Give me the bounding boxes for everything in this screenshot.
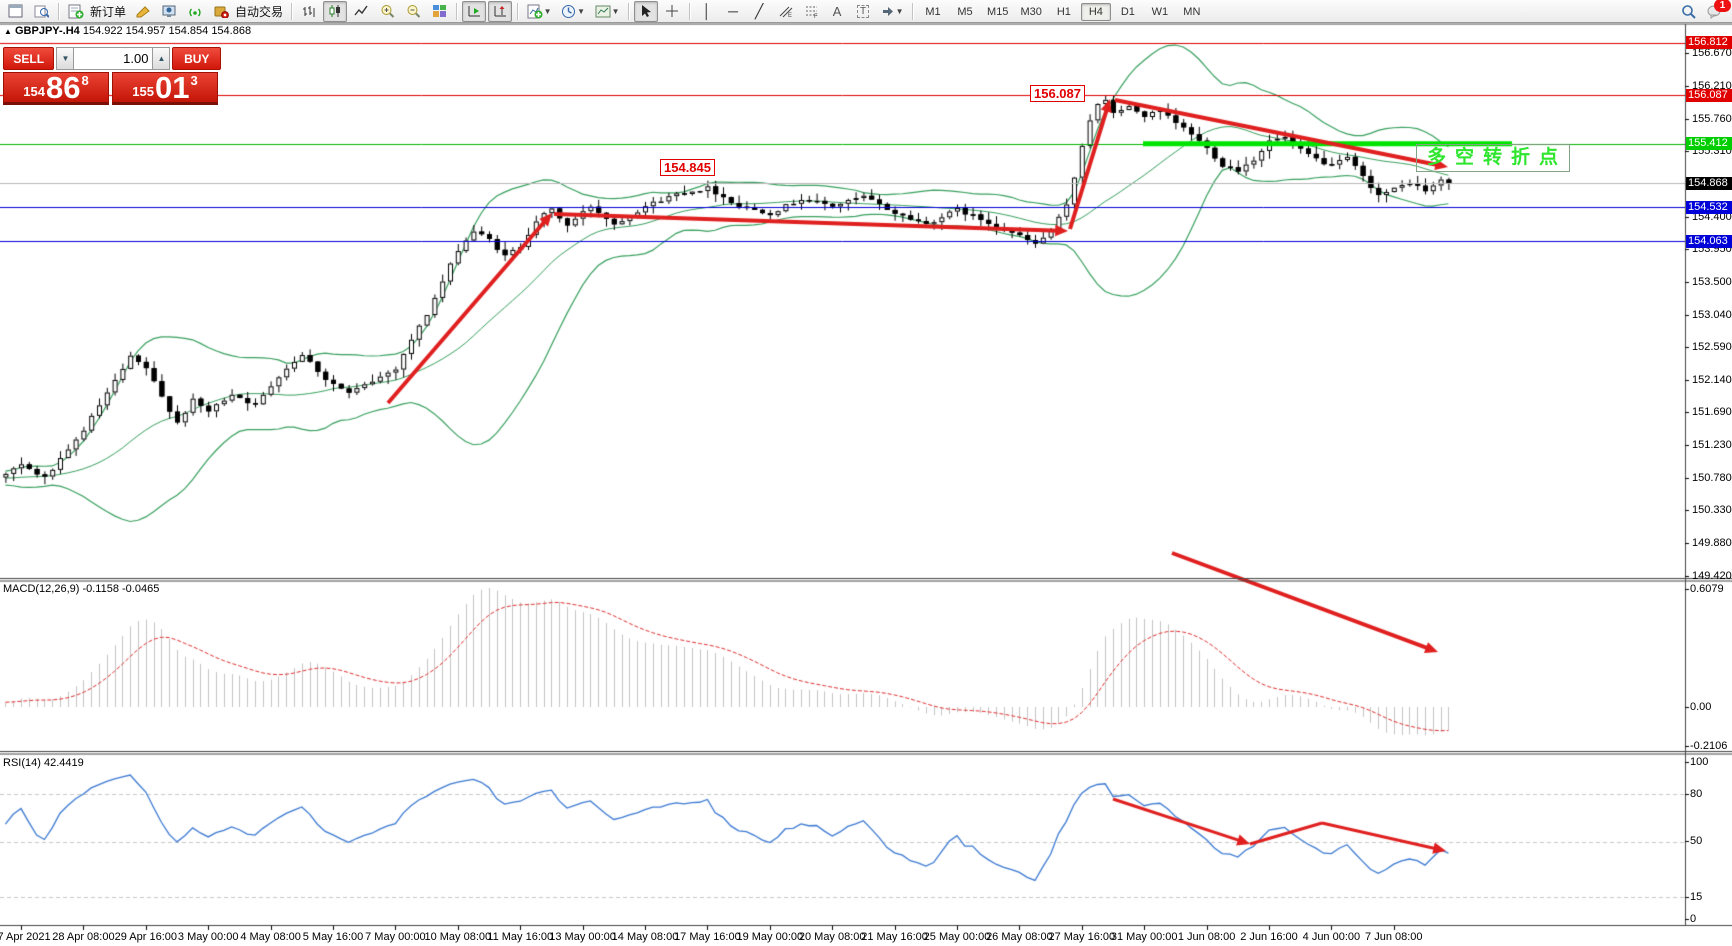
zoom-out-icon[interactable] [401,1,425,22]
sell-button[interactable]: SELL [3,47,54,70]
new-order-icon[interactable] [64,1,88,22]
timeframe-button-m15[interactable]: M15 [982,3,1013,21]
timeframe-button-m5[interactable]: M5 [950,3,980,21]
toolbar-separator [628,3,629,20]
timeframe-button-m1[interactable]: M1 [918,3,948,21]
svg-text:E: E [788,13,792,18]
candlestick-chart-type-icon[interactable] [323,1,347,22]
dropdown-arrow-icon: ▼ [612,7,620,16]
buy-price-prefix: 155 [132,84,154,99]
auto-scroll-icon[interactable] [462,1,486,22]
toolbar-separator [58,3,59,20]
timeframe-button-h4[interactable]: H4 [1081,3,1111,21]
search-icon[interactable] [1677,1,1701,22]
crosshair-tool-icon[interactable] [660,1,684,22]
dropdown-arrow-icon: ▼ [577,7,585,16]
arrows-tool-icon[interactable]: ▼ [877,1,907,22]
toolbar-separator [689,3,690,20]
strategy-tester-icon[interactable] [157,1,181,22]
text-label-tool-glyph: T [857,5,869,18]
toolbar-right-group: 1 [1676,1,1728,22]
vertical-line-tool-icon[interactable]: │ [695,1,719,22]
indicators-menu-icon[interactable]: ▼ [523,1,555,22]
text-label-tool-icon[interactable]: T [851,1,875,22]
timeframe-button-w1[interactable]: W1 [1145,3,1175,21]
fibonacci-tool-icon[interactable]: F [799,1,823,22]
toolbar-separator [912,3,913,20]
horizontal-line-tool-icon[interactable]: ─ [721,1,745,22]
autotrading-icon[interactable] [209,1,233,22]
buy-price-sup: 3 [190,73,197,88]
volume-stepper: ▼ ▲ [56,47,170,70]
svg-text:F: F [814,14,818,18]
equidistant-channel-tool-icon[interactable]: E [773,1,797,22]
tile-windows-icon[interactable] [427,1,451,22]
trendline-tool-icon[interactable]: ╱ [747,1,771,22]
sell-price-big: 86 [46,74,80,102]
notification-count-badge: 1 [1714,0,1731,12]
buy-button[interactable]: BUY [172,47,221,70]
sell-price-sup: 8 [81,73,88,88]
timeframe-button-m30[interactable]: M30 [1015,3,1046,21]
bar-chart-type-icon[interactable] [297,1,321,22]
autotrading-label[interactable]: 自动交易 [235,3,283,20]
zoom-in-icon[interactable] [375,1,399,22]
chart-shift-icon[interactable] [488,1,512,22]
toolbar-separator [456,3,457,20]
sell-price-prefix: 154 [23,84,45,99]
timeframe-switcher: M1M5M15M30H1H4D1W1MN [917,2,1208,21]
timeframe-button-d1[interactable]: D1 [1113,3,1143,21]
profile-icon[interactable] [29,1,53,22]
dropdown-arrow-icon: ▼ [544,7,552,16]
price-chart-canvas[interactable] [0,0,1732,946]
one-click-trading-panel: SELL ▼ ▲ BUY 154 86 8 155 01 3 [3,47,221,105]
text-tool-icon[interactable]: A [825,1,849,22]
new-order-label[interactable]: 新订单 [90,3,126,20]
volume-decrease-button[interactable]: ▼ [56,47,74,70]
metaeditor-icon[interactable] [131,1,155,22]
line-chart-type-icon[interactable] [349,1,373,22]
toolbar-separator [291,3,292,20]
buy-price-big: 01 [155,74,189,102]
volume-increase-button[interactable]: ▲ [152,47,170,70]
volume-input[interactable] [74,47,152,70]
cursor-tool-icon[interactable] [634,1,658,22]
chart-window-icon[interactable] [3,1,27,22]
sell-price-box[interactable]: 154 86 8 [3,72,109,105]
mt4-terminal: 新订单 自动交易 ▼ ▼ [0,0,1732,946]
timeframe-button-mn[interactable]: MN [1177,3,1207,21]
signals-icon[interactable] [183,1,207,22]
main-toolbar: 新订单 自动交易 ▼ ▼ [0,0,1732,23]
templates-menu-icon[interactable]: ▼ [591,1,623,22]
buy-price-box[interactable]: 155 01 3 [112,72,218,105]
notifications-icon[interactable]: 1 [1703,1,1727,22]
toolbar-separator [517,3,518,20]
periods-menu-icon[interactable]: ▼ [557,1,589,22]
dropdown-arrow-icon: ▼ [896,7,904,16]
timeframe-button-h1[interactable]: H1 [1049,3,1079,21]
